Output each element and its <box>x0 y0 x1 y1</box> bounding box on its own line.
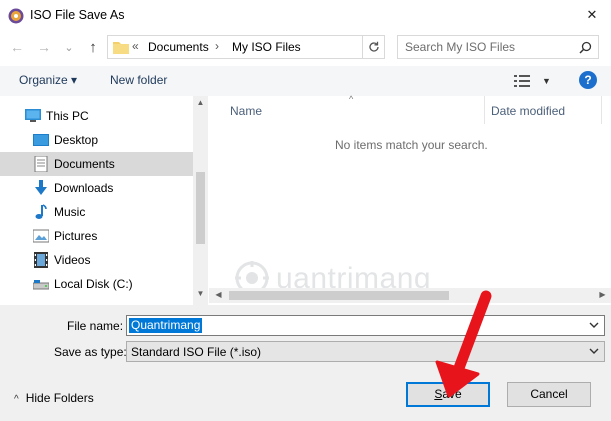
back-arrow-icon: ← <box>10 39 24 55</box>
command-toolbar: Organize ▾ New folder ▼ ? <box>0 66 611 96</box>
search-input[interactable]: Search My ISO Files <box>397 35 599 59</box>
file-name-field[interactable]: Quantrimang <box>126 315 605 336</box>
documents-icon <box>34 156 48 172</box>
monitor-icon <box>25 109 41 122</box>
save-as-type-label: Save as type: <box>54 345 127 359</box>
sidebar-item-documents[interactable]: Documents <box>0 152 193 176</box>
drive-icon <box>33 280 49 290</box>
caret-up-icon: ^ <box>14 394 19 405</box>
hide-folders-label: Hide Folders <box>25 391 94 405</box>
forward-button[interactable]: → <box>35 38 53 56</box>
scrollbar-thumb[interactable] <box>229 291 449 300</box>
sidebar-item-label: This PC <box>46 109 89 123</box>
sidebar-item-this-pc[interactable]: This PC <box>0 104 193 128</box>
empty-state-message: No items match your search. <box>335 138 488 152</box>
back-button[interactable]: ← <box>8 38 26 56</box>
navigation-pane: This PC Desktop Documents Downloads Musi… <box>0 96 208 305</box>
save-as-type-select[interactable]: Standard ISO File (*.iso) <box>126 341 605 362</box>
sidebar-item-music[interactable]: Music <box>0 200 193 224</box>
chevron-down-icon <box>589 348 599 354</box>
scroll-right-arrow-icon[interactable]: ▶ <box>595 290 610 299</box>
help-button[interactable]: ? <box>579 71 597 89</box>
close-button[interactable]: ✕ <box>579 3 605 27</box>
breadcrumb-documents[interactable]: Documents <box>148 40 209 54</box>
scrollbar-thumb[interactable] <box>196 172 205 244</box>
up-button[interactable]: ↑ <box>84 38 102 56</box>
sidebar-item-label: Documents <box>54 157 115 171</box>
column-header-name[interactable]: Name <box>230 104 262 118</box>
address-bar[interactable]: « Documents › My ISO Files <box>107 35 385 59</box>
close-icon: ✕ <box>586 7 598 22</box>
sidebar-item-desktop[interactable]: Desktop <box>0 128 193 152</box>
download-arrow-icon <box>35 180 47 195</box>
cancel-button[interactable]: Cancel <box>507 382 591 407</box>
title-bar: ISO File Save As ✕ <box>0 0 611 32</box>
chevron-down-icon[interactable] <box>588 319 600 331</box>
save-button-label: ave <box>442 387 462 401</box>
sidebar-item-label: Desktop <box>54 133 99 147</box>
sort-caret-icon: ^ <box>349 94 354 104</box>
window-title: ISO File Save As <box>30 8 125 22</box>
organize-button[interactable]: Organize ▾ <box>19 73 77 87</box>
file-list-horizontal-scrollbar[interactable]: ◀ ▶ <box>209 288 611 303</box>
file-name-value[interactable]: Quantrimang <box>129 318 203 333</box>
change-view-button[interactable]: ▼ <box>514 72 554 90</box>
save-form: File name: Quantrimang Save as type: Sta… <box>0 305 611 421</box>
chevron-down-icon: ▼ <box>542 76 551 86</box>
desktop-icon <box>33 134 49 146</box>
column-header-date-modified[interactable]: Date modified <box>491 104 565 118</box>
folder-icon <box>113 42 129 54</box>
sidebar-item-label: Videos <box>54 253 91 267</box>
scroll-down-arrow-icon[interactable]: ▼ <box>193 289 208 298</box>
film-icon <box>34 252 48 268</box>
forward-arrow-icon: → <box>37 39 51 55</box>
up-arrow-icon: ↑ <box>89 38 97 56</box>
sidebar-item-label: Pictures <box>54 229 98 243</box>
navigation-pane-scrollbar[interactable]: ▲ ▼ <box>193 96 208 305</box>
new-folder-button[interactable]: New folder <box>110 73 167 87</box>
chevron-down-icon: ⌄ <box>64 41 74 54</box>
sidebar-item-label: Music <box>54 205 86 219</box>
refresh-button[interactable] <box>362 36 384 58</box>
breadcrumb-current[interactable]: My ISO Files <box>232 40 301 54</box>
save-as-type-value: Standard ISO File (*.iso) <box>131 345 262 359</box>
column-divider[interactable] <box>601 96 602 124</box>
recent-locations-button[interactable]: ⌄ <box>60 38 78 56</box>
column-divider[interactable] <box>484 96 485 124</box>
sidebar-item-downloads[interactable]: Downloads <box>0 176 193 200</box>
details-view-icon <box>514 75 530 87</box>
music-note-icon <box>35 204 47 219</box>
pictures-icon <box>33 229 49 243</box>
sidebar-item-pictures[interactable]: Pictures <box>0 224 193 248</box>
breadcrumb-chevron[interactable]: › <box>215 39 219 53</box>
sidebar-item-label: Downloads <box>54 181 114 195</box>
sidebar-item-label: Local Disk (C:) <box>54 277 133 291</box>
hide-folders-toggle[interactable]: ^ Hide Folders <box>14 391 94 405</box>
save-button[interactable]: Save <box>406 382 490 407</box>
disc-icon <box>8 8 24 24</box>
sidebar-item-videos[interactable]: Videos <box>0 248 193 272</box>
refresh-icon <box>368 41 379 52</box>
scroll-up-arrow-icon[interactable]: ▲ <box>193 98 208 107</box>
breadcrumb-overflow[interactable]: « <box>132 39 139 53</box>
file-name-label: File name: <box>67 319 124 333</box>
search-placeholder: Search My ISO Files <box>405 40 516 54</box>
search-icon <box>579 41 592 54</box>
sidebar-item-local-disk[interactable]: Local Disk (C:) <box>0 272 193 296</box>
scroll-left-arrow-icon[interactable]: ◀ <box>211 290 226 299</box>
